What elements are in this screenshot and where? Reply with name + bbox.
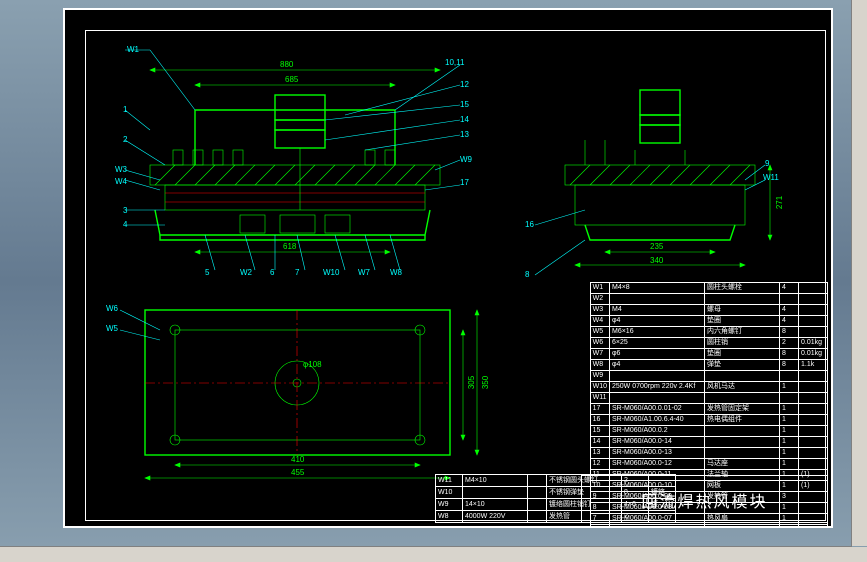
bom-row: 6SR-M060/A00.0-061 [590, 525, 827, 529]
bom-row: W3M4螺母4 [590, 305, 827, 316]
lead-17: 17 [460, 178, 469, 187]
bom-row: W1M4×8圆柱头螺栓4 [590, 283, 827, 294]
scrollbar-corner [852, 547, 867, 562]
lead-4: 4 [123, 220, 127, 229]
lead-14: 14 [460, 115, 469, 124]
dim-305: 305 [467, 376, 476, 389]
lead-13: 13 [460, 130, 469, 139]
drawing-title: 回流焊热风模块 [582, 488, 827, 512]
lead-w6: W6 [106, 304, 118, 313]
bom-row: W5M6×16内六角螺钉8 [590, 327, 827, 338]
bom-row: 17SR-M060/A00.0.01-02发热管固定架1 [590, 404, 827, 415]
dim-271: 271 [775, 196, 784, 209]
lead-6: 6 [270, 268, 274, 277]
bom-row: 13SR-M060/A00.0-131 [590, 448, 827, 459]
bom-row: W7φ6垫圈80.01kg [590, 349, 827, 360]
bom-row: 16SR-M060/A1.00.6.4-40热电偶组件1 [590, 415, 827, 426]
lead-w8: W8 [390, 268, 402, 277]
lead-1011: 10,11 [445, 58, 464, 67]
lead-8: 8 [525, 270, 529, 279]
lead-w1: W1 [127, 45, 139, 54]
drawing-sheet: 880 685 618 410 455 φ108 305 350 235 340… [63, 8, 833, 528]
lead-3: 3 [123, 206, 127, 215]
lead-w2: W2 [240, 268, 252, 277]
lead-16: 16 [525, 220, 534, 229]
dim-340: 340 [650, 256, 663, 265]
bom-row: W10250W 0700rpm 220v 2.4Kf风机马达1 [590, 382, 827, 393]
lead-5: 5 [205, 268, 209, 277]
dim-880: 880 [280, 60, 293, 69]
lead-9: 9 [765, 159, 769, 168]
bom-row: 15SR-M060/A00.0.21 [590, 426, 827, 437]
lead-w4: W4 [115, 177, 127, 186]
dim-350: 350 [481, 376, 490, 389]
dim-235: 235 [650, 242, 663, 251]
dim-685: 685 [285, 75, 298, 84]
dim-108: φ108 [303, 360, 322, 369]
bom-row: W4φ4垫圈4 [590, 316, 827, 327]
lead-w11: W11 [763, 173, 779, 182]
lead-1: 1 [123, 105, 127, 114]
bom-row: 14SR-M060/A00.0-141 [590, 437, 827, 448]
lead-w9: W9 [460, 155, 472, 164]
dim-618: 618 [283, 242, 296, 251]
lead-w7: W7 [358, 268, 370, 277]
scrollbar-vertical[interactable] [851, 0, 867, 546]
lead-12: 12 [460, 80, 469, 89]
lead-w3: W3 [115, 165, 127, 174]
dim-455: 455 [291, 468, 304, 477]
scrollbar-horizontal[interactable] [0, 546, 852, 562]
dim-410: 410 [291, 455, 304, 464]
lead-w5: W5 [106, 324, 118, 333]
bom-row: W9 [590, 371, 827, 382]
title-block: 回流焊热风模块 [581, 475, 828, 523]
lead-15: 15 [460, 100, 469, 109]
lead-7: 7 [295, 268, 299, 277]
lead-w10: W10 [323, 268, 339, 277]
bom-row: W8φ4弹垫81.1k [590, 360, 827, 371]
bom-row: W11 [590, 393, 827, 404]
bom-row: 12SR-M060/A00.0-12马达座1 [590, 459, 827, 470]
bom-row: W66×25圆柱销20.01kg [590, 338, 827, 349]
lead-2: 2 [123, 135, 127, 144]
bom-row: W2 [590, 294, 827, 305]
